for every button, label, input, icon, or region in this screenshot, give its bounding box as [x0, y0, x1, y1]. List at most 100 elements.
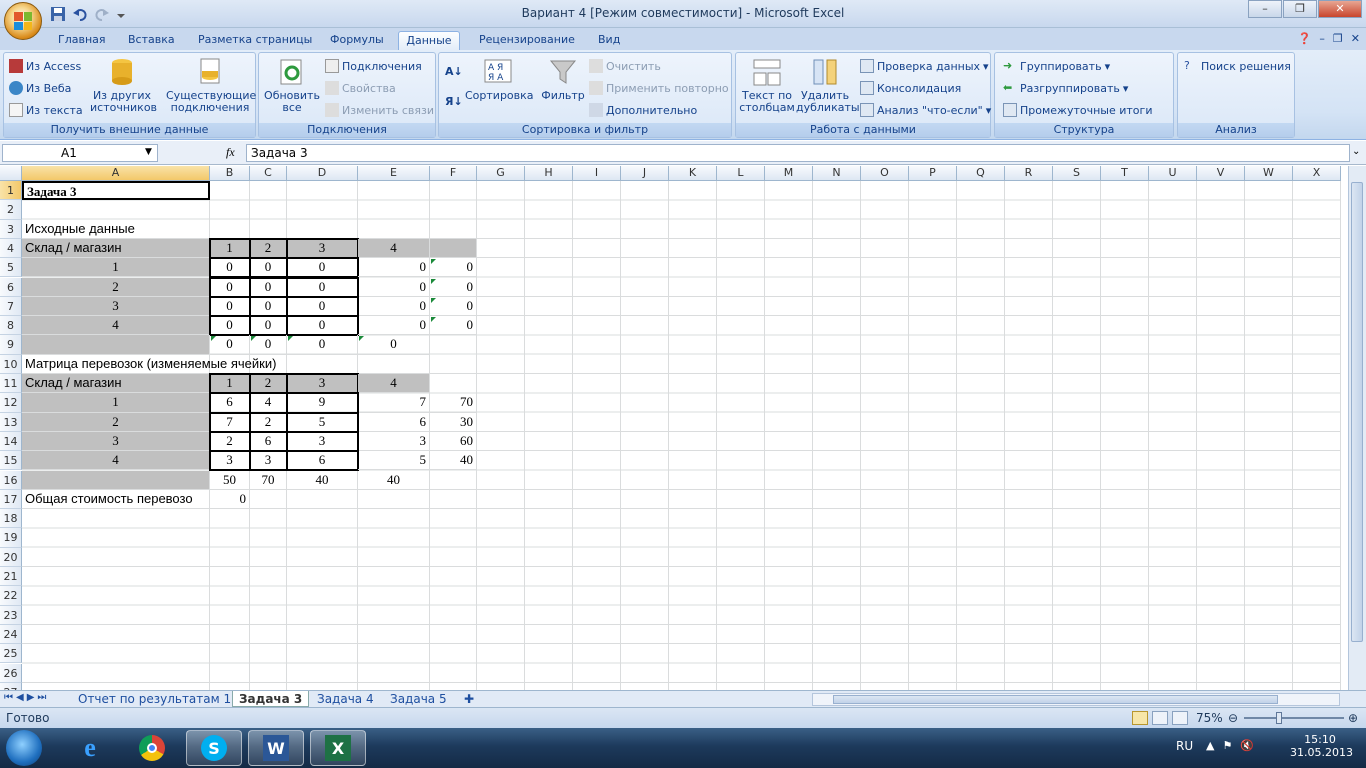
tab-page-layout[interactable]: Разметка страницы	[192, 31, 318, 50]
page-layout-view-icon[interactable]	[1152, 711, 1168, 725]
cell-b17-total-cost[interactable]: 0	[210, 489, 250, 510]
filter-button[interactable]: Фильтр	[539, 57, 587, 102]
normal-view-icon[interactable]	[1132, 711, 1148, 725]
table1-value[interactable]: 0	[249, 315, 288, 337]
sort-button[interactable]: А ЯЯ А Сортировка	[465, 57, 534, 102]
doc-restore-icon[interactable]: ❐	[1333, 32, 1343, 45]
worksheet-grid[interactable]: A B C D E F G H I J K L M N O P Q R S T U V W X 1 2 3 4 5 6 7 8 9 10 11 12 1…	[0, 166, 1348, 690]
column-header-c[interactable]: C	[250, 166, 287, 181]
insert-sheet-icon[interactable]: ✚	[458, 691, 480, 707]
row-header-1[interactable]: 1	[0, 181, 22, 201]
table1-col-header[interactable]: 2	[249, 237, 288, 260]
from-web-button[interactable]: Из Веба	[9, 81, 71, 95]
column-header-p[interactable]: P	[909, 166, 957, 181]
horizontal-scrollbar[interactable]	[812, 693, 1340, 706]
row-header-21[interactable]: 21	[0, 567, 22, 587]
advanced-button[interactable]: Дополнительно	[589, 103, 697, 117]
table2-total[interactable]: 50	[210, 470, 250, 490]
row-header-15[interactable]: 15	[0, 451, 22, 471]
table2-row-label[interactable]: 4	[22, 451, 210, 471]
what-if-button[interactable]: Анализ "что-если" ▾	[860, 103, 991, 117]
from-text-button[interactable]: Из текста	[9, 103, 83, 117]
column-header-n[interactable]: N	[813, 166, 861, 181]
column-header-r[interactable]: R	[1005, 166, 1053, 181]
table1-col-header[interactable]: 4	[358, 238, 430, 259]
column-header-d[interactable]: D	[287, 166, 358, 181]
cell-a1-title[interactable]: Задача 3	[22, 181, 210, 201]
table2-value[interactable]: 7	[209, 411, 251, 433]
cell-a17-total-cost-label[interactable]: Общая стоимость перевозо	[22, 489, 210, 510]
language-indicator[interactable]: RU	[1176, 739, 1193, 753]
row-header-27[interactable]: 27	[0, 682, 22, 690]
row-header-16[interactable]: 16	[0, 470, 22, 490]
horizontal-scroll-thumb[interactable]	[833, 695, 1278, 704]
close-button[interactable]: ✕	[1318, 0, 1362, 18]
table1-row-label[interactable]: 2	[22, 277, 210, 297]
table2-value[interactable]: 6	[249, 430, 288, 453]
column-header-q[interactable]: Q	[957, 166, 1005, 181]
consolidate-button[interactable]: Консолидация	[860, 81, 961, 95]
row-header-19[interactable]: 19	[0, 528, 22, 548]
solver-button[interactable]: ? Поиск решения	[1184, 59, 1291, 73]
table2-value[interactable]: 5	[358, 451, 430, 471]
show-hidden-icons-icon[interactable]: ▲	[1206, 739, 1214, 752]
reapply-button[interactable]: Применить повторно	[589, 81, 729, 95]
table1-value[interactable]: 0	[249, 276, 288, 298]
table2-value[interactable]: 6	[358, 412, 430, 432]
table2-value[interactable]: 4	[249, 392, 288, 414]
table2-value[interactable]: 40	[430, 451, 477, 471]
table2-col-header[interactable]: 4	[358, 374, 430, 394]
table1-row-label[interactable]: 1	[22, 258, 210, 278]
page-break-view-icon[interactable]	[1172, 711, 1188, 725]
table1-value[interactable]: 0	[209, 257, 251, 279]
row-header-17[interactable]: 17	[0, 489, 22, 510]
column-header-x[interactable]: X	[1293, 166, 1341, 181]
from-other-sources-button[interactable]: Из других источников	[90, 57, 157, 114]
zoom-out-icon[interactable]: ⊖	[1228, 711, 1238, 725]
cell-a3[interactable]: Исходные данные	[22, 220, 210, 239]
edit-links-button[interactable]: Изменить связи	[325, 103, 434, 117]
maximize-button[interactable]: ❐	[1283, 0, 1317, 18]
table1-total[interactable]: 0	[358, 335, 430, 355]
expand-formula-bar-icon[interactable]: ⌄	[1352, 146, 1360, 157]
row-header-9[interactable]: 9	[0, 335, 22, 355]
table1-value[interactable]: 0	[249, 257, 288, 279]
vertical-scroll-thumb[interactable]	[1351, 182, 1363, 642]
tab-home[interactable]: Главная	[52, 31, 112, 50]
table2-value[interactable]: 5	[286, 411, 359, 433]
tab-view[interactable]: Вид	[592, 31, 626, 50]
table2-total[interactable]: 40	[287, 470, 358, 490]
undo-icon[interactable]	[72, 6, 88, 22]
cell-a11-header[interactable]: Склад / магазин	[22, 374, 210, 394]
minimize-button[interactable]: –	[1248, 0, 1282, 18]
table1-value[interactable]: 0	[430, 277, 477, 297]
name-box-dropdown-icon[interactable]: ▼	[145, 147, 152, 157]
group-button[interactable]: ➜ Группировать ▾	[1003, 59, 1110, 73]
table1-value[interactable]: 0	[286, 315, 359, 337]
sheet-nav-arrows-icon[interactable]: ⏮◀▶⏭	[4, 692, 49, 703]
row-header-14[interactable]: 14	[0, 431, 22, 452]
row-header-6[interactable]: 6	[0, 277, 22, 297]
column-header-s[interactable]: S	[1053, 166, 1101, 181]
row-header-11[interactable]: 11	[0, 374, 22, 394]
zoom-in-icon[interactable]: ⊕	[1348, 711, 1358, 725]
table1-value[interactable]: 0	[286, 257, 359, 279]
table2-row-label[interactable]: 1	[22, 393, 210, 413]
text-to-columns-button[interactable]: Текст по столбцам	[738, 57, 796, 114]
zoom-slider-handle[interactable]	[1276, 712, 1282, 724]
table2-value[interactable]: 70	[430, 393, 477, 413]
row-header-5[interactable]: 5	[0, 258, 22, 278]
row-header-26[interactable]: 26	[0, 663, 22, 683]
customize-qat-icon[interactable]	[116, 6, 132, 22]
column-header-m[interactable]: M	[765, 166, 813, 181]
insert-function-icon[interactable]: fx	[226, 145, 235, 160]
help-icon[interactable]: ❓	[1298, 32, 1312, 45]
table1-value[interactable]: 0	[358, 316, 430, 336]
column-header-k[interactable]: K	[669, 166, 717, 181]
row-header-23[interactable]: 23	[0, 605, 22, 625]
column-header-t[interactable]: T	[1101, 166, 1149, 181]
table2-value[interactable]: 9	[286, 392, 359, 414]
skype-icon[interactable]: S	[186, 730, 242, 766]
refresh-all-button[interactable]: Обновить все	[262, 57, 322, 114]
table1-value[interactable]: 0	[209, 315, 251, 337]
